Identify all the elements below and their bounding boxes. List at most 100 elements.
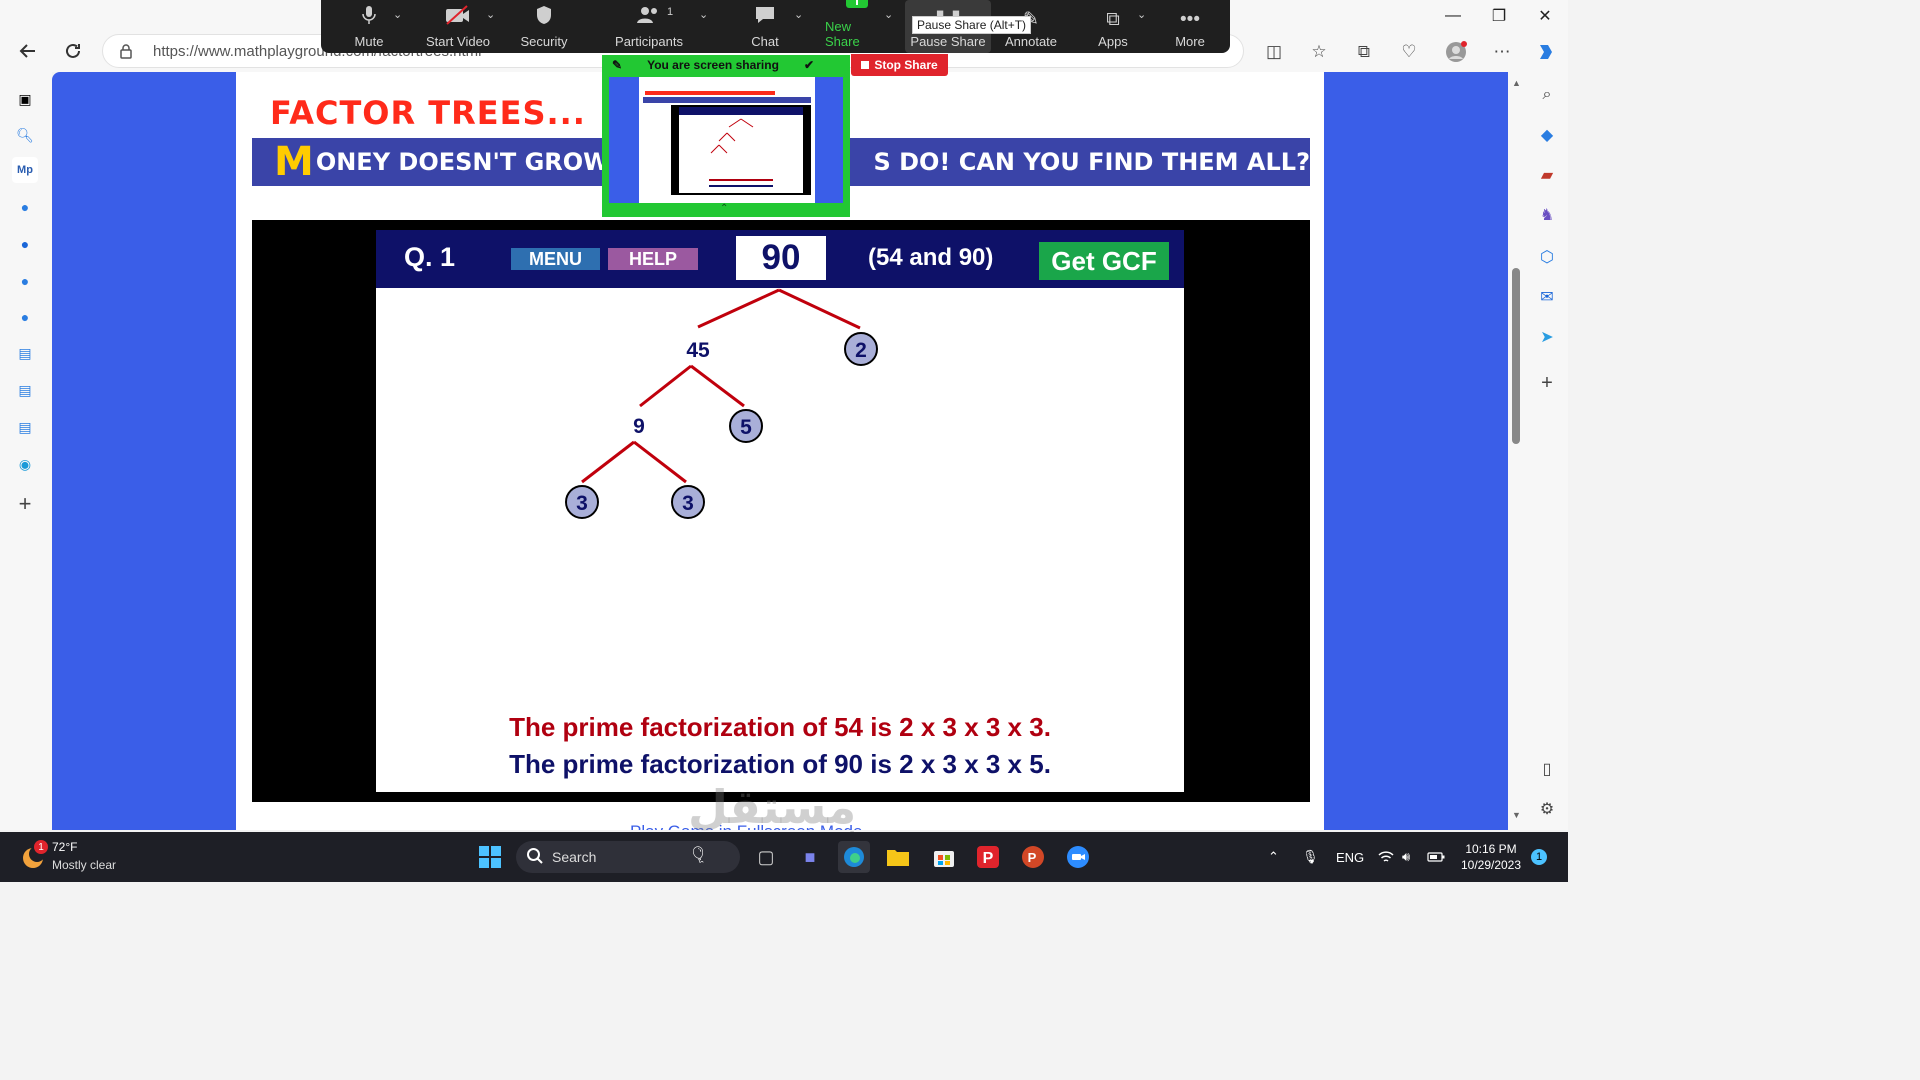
language-indicator[interactable]: ENG <box>1336 832 1364 882</box>
new-share-button[interactable]: New Share <box>825 0 889 53</box>
battery-icon[interactable] <box>1427 832 1445 882</box>
chat-bubble-icon <box>754 5 776 31</box>
pause-share-tooltip: Pause Share (Alt+T) <box>912 16 1032 34</box>
pdf-app-icon[interactable]: P <box>972 841 1004 873</box>
tree-branch <box>633 440 687 484</box>
favorites-icon[interactable]: ☆ <box>1305 38 1333 66</box>
more-menu-icon[interactable]: ⋯ <box>1488 38 1516 66</box>
chat-chevron-icon[interactable]: ⌄ <box>794 8 803 21</box>
taskbar-search-box[interactable]: Search 🎈︎ <box>516 841 740 873</box>
video-options-chevron-icon[interactable]: ⌄ <box>486 8 495 21</box>
collections-icon[interactable]: ⧉ <box>1350 38 1378 66</box>
copilot-icon[interactable] <box>1532 38 1560 66</box>
page-title: FACTOR TREES... <box>270 94 586 132</box>
start-video-button[interactable]: Start Video <box>421 0 495 53</box>
svg-text:P: P <box>1028 850 1037 865</box>
microsoft-store-icon[interactable] <box>928 841 960 873</box>
chat-button[interactable]: Chat <box>745 0 785 53</box>
wifi-icon[interactable] <box>1378 832 1394 882</box>
microphone-icon <box>362 5 376 31</box>
weather-condition: Mostly clear <box>52 858 117 872</box>
stop-share-button[interactable]: Stop Share <box>851 54 948 76</box>
video-off-icon <box>445 5 471 31</box>
add-sidebar-icon[interactable]: + <box>1534 370 1560 396</box>
mute-options-chevron-icon[interactable]: ⌄ <box>393 8 402 21</box>
search-tab-icon[interactable]: 🔍︎ <box>12 122 38 148</box>
outlook-icon[interactable]: ✉ <box>1534 284 1560 310</box>
tab-o-icon[interactable]: ◉ <box>12 451 38 477</box>
tree-node-45: 45 <box>686 339 710 362</box>
tab-c-icon[interactable]: ● <box>12 194 38 220</box>
office-icon[interactable]: ⬡ <box>1534 244 1560 270</box>
microphone-tray-icon[interactable]: 🎙︎ <box>1302 832 1319 882</box>
screen-sharing-label: ✎ You are screen sharing ✔ <box>612 58 814 72</box>
more-button[interactable]: ••• More <box>1170 0 1210 53</box>
participants-button[interactable]: Participants <box>613 0 685 53</box>
apps-chevron-icon[interactable]: ⌄ <box>1137 8 1146 21</box>
browser-essentials-icon[interactable]: ♡ <box>1395 38 1423 66</box>
show-hidden-icons-chevron-icon[interactable]: ⌃ <box>1268 832 1279 882</box>
minimize-icon[interactable]: — <box>1430 0 1476 32</box>
tab-c2-icon[interactable]: ● <box>12 231 38 257</box>
edge-icon[interactable] <box>838 841 870 873</box>
task-view-icon[interactable]: ▢ <box>750 841 782 873</box>
file-explorer-icon[interactable] <box>882 841 914 873</box>
tab-c3-icon[interactable]: ● <box>12 268 38 294</box>
notification-badge[interactable]: 1 <box>1531 849 1547 865</box>
volume-icon[interactable]: 🔊︎ <box>1402 832 1410 882</box>
restore-icon[interactable]: ❐ <box>1476 0 1522 32</box>
scrollbar-thumb[interactable] <box>1512 268 1520 444</box>
tab-c4-icon[interactable]: ● <box>12 304 38 330</box>
settings-gear-icon[interactable]: ⚙ <box>1534 796 1560 822</box>
split-screen-icon[interactable]: ◫ <box>1260 38 1288 66</box>
mute-button[interactable]: Mute <box>349 0 389 53</box>
security-button[interactable]: Security <box>517 0 571 53</box>
tab-linkedin2-icon[interactable]: ▤ <box>12 377 38 403</box>
apps-button[interactable]: ⧉ Apps <box>1093 0 1133 53</box>
prime-factorization-54: The prime factorization of 54 is 2 x 3 x… <box>509 712 1051 742</box>
share-chevron-icon[interactable]: ⌄ <box>884 8 893 21</box>
refresh-icon[interactable] <box>59 37 87 65</box>
sidebar-search-icon[interactable]: ⌕ <box>1534 82 1560 108</box>
search-highlight-icon: 🎈︎ <box>688 847 709 864</box>
tree-branch <box>697 288 780 329</box>
tab-mathplayground-icon[interactable]: Mp <box>12 157 38 183</box>
tree-node-3b: 3 <box>682 492 694 515</box>
clock-date: 10/29/2023 <box>1460 858 1522 872</box>
share-thumbnail <box>609 77 843 203</box>
powerpoint-icon[interactable]: P <box>1017 841 1049 873</box>
tree-branch <box>778 288 861 330</box>
tab-actions-icon[interactable]: ▣ <box>12 86 38 112</box>
participants-chevron-icon[interactable]: ⌄ <box>699 8 708 21</box>
zoom-app-icon[interactable] <box>1062 841 1094 873</box>
page-scrollbar[interactable]: ▲ ▼ <box>1508 72 1526 830</box>
tree-node-2: 2 <box>855 339 867 362</box>
tree-branch <box>690 364 745 408</box>
back-icon[interactable] <box>14 37 42 65</box>
new-tab-icon[interactable]: + <box>12 491 38 517</box>
weather-temperature: 72°F <box>52 840 78 854</box>
tools-icon[interactable]: ▰ <box>1534 162 1560 188</box>
lock-icon <box>119 43 133 64</box>
close-icon[interactable]: ✕ <box>1522 0 1568 32</box>
factor-tree: 45 2 9 5 3 3 <box>565 288 878 519</box>
screen-sharing-preview: ✎ You are screen sharing ✔ ⌃ <box>602 55 850 217</box>
scroll-up-icon[interactable]: ▲ <box>1512 78 1521 88</box>
vertical-tabs-panel: ▣ 🔍︎ Mp ● ● ● ● ▤ ▤ ▤ ◉ + <box>0 72 52 830</box>
tab-linkedin-icon[interactable]: ▤ <box>12 340 38 366</box>
tree-node-5: 5 <box>740 416 752 439</box>
scroll-down-icon[interactable]: ▼ <box>1512 810 1521 820</box>
pin-icon: ✎ <box>612 58 623 72</box>
hide-sidebar-icon[interactable]: ▯ <box>1534 756 1560 782</box>
shopping-tag-icon[interactable]: ◆ <box>1534 122 1560 148</box>
start-icon[interactable] <box>474 841 506 873</box>
system-clock[interactable]: 10:16 PM 10/29/2023 <box>1456 841 1526 873</box>
send-icon[interactable]: ➤ <box>1534 324 1560 350</box>
collapse-chevron-icon[interactable]: ⌃ <box>720 203 728 214</box>
tab-linkedin3-icon[interactable]: ▤ <box>12 414 38 440</box>
tree-branch <box>581 440 635 484</box>
games-icon[interactable]: ♞ <box>1534 202 1560 228</box>
teams-icon[interactable]: ■ <box>794 841 826 873</box>
profile-avatar[interactable] <box>1442 38 1470 66</box>
banner-text-right: S DO! CAN YOU FIND THEM ALL? <box>873 148 1310 176</box>
